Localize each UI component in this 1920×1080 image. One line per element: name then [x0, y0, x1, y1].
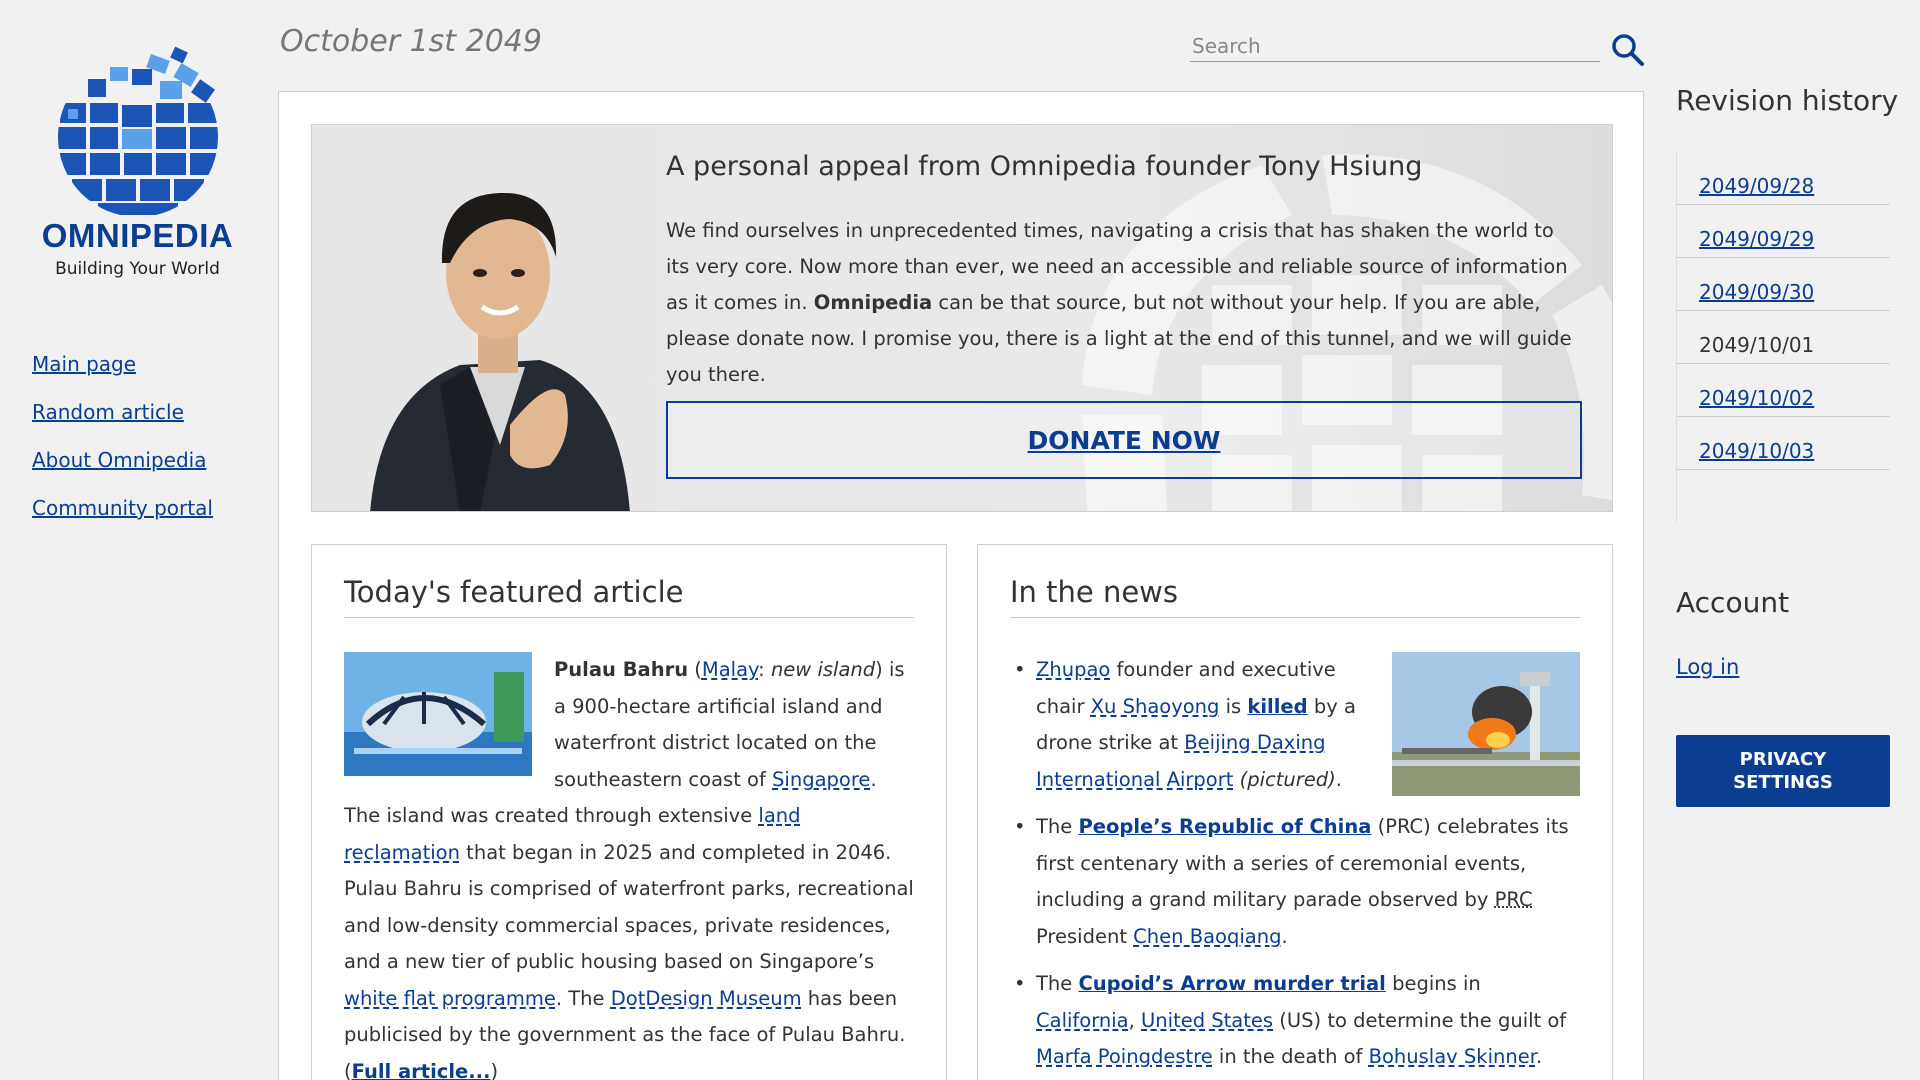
revision-history-title: Revision history: [1676, 84, 1899, 117]
appeal-body: We find ourselves in unprecedented times…: [666, 213, 1576, 393]
link-zhupao[interactable]: Zhupao: [1036, 658, 1110, 681]
text: .: [1335, 767, 1342, 791]
brand-name: OMNIPEDIA: [41, 217, 234, 254]
text: :: [758, 658, 771, 681]
link-marfa-poingdestre[interactable]: Marfa Poingdestre: [1036, 1045, 1213, 1068]
search-icon: [1612, 34, 1644, 66]
text: ,: [1128, 1008, 1142, 1032]
revision-link[interactable]: 2049/10/03: [1699, 439, 1814, 463]
link-white-flat-programme[interactable]: white flat programme: [344, 987, 556, 1010]
donate-label: DONATE NOW: [1027, 425, 1221, 455]
founder-portrait: [370, 192, 630, 511]
link-xu-shaoyong[interactable]: Xu Shaoyong: [1091, 695, 1220, 718]
privacy-line-2: SETTINGS: [1733, 772, 1833, 793]
text: in the death of: [1212, 1045, 1369, 1068]
in-the-news-panel: In the news Zhupao founder and executive…: [977, 544, 1613, 1080]
news-body: Zhupao founder and executive chair Xu Sh…: [1010, 652, 1580, 1076]
featured-title-bold: Pulau Bahru: [554, 658, 689, 681]
text: (US) to determine the guilt of: [1273, 1008, 1567, 1032]
news-item: Zhupao founder and executive chair Xu Sh…: [1010, 652, 1580, 798]
revision-link[interactable]: 2049/09/28: [1699, 174, 1814, 198]
privacy-settings-button[interactable]: PRIVACY SETTINGS: [1676, 735, 1890, 807]
link-singapore[interactable]: Singapore: [772, 768, 870, 791]
privacy-line-1: PRIVACY: [1739, 749, 1827, 770]
globe-logo-icon: [57, 46, 218, 215]
brand-tagline: Building Your World: [55, 259, 220, 279]
abbr-prc: PRC: [1494, 888, 1533, 911]
revision-item[interactable]: 2049/09/30: [1677, 258, 1890, 311]
text: . The: [555, 986, 611, 1010]
donate-now-button[interactable]: DONATE NOW: [666, 401, 1582, 479]
link-killed[interactable]: killed: [1247, 695, 1307, 718]
text-italic: new island: [770, 658, 876, 681]
revision-item[interactable]: 2049/10/02: [1677, 364, 1890, 417]
revision-item-current: 2049/10/01: [1677, 311, 1890, 364]
revision-item[interactable]: 2049/09/28: [1677, 152, 1890, 205]
news-item: The Cupoid’s Arrow murder trial begins i…: [1010, 966, 1580, 1076]
revision-link[interactable]: 2049/09/29: [1699, 227, 1814, 251]
text: .: [1535, 1045, 1543, 1068]
news-heading: In the news: [1010, 575, 1580, 618]
link-malay[interactable]: Malay: [702, 658, 758, 681]
omnipedia-logo[interactable]: OMNIPEDIA Building Your World: [30, 45, 245, 320]
search-input[interactable]: [1190, 32, 1600, 58]
link-cupoids-arrow-trial[interactable]: Cupoid’s Arrow murder trial: [1078, 972, 1385, 995]
search-bar: [1190, 32, 1600, 62]
link-bohuslav-skinner[interactable]: Bohuslav Skinner: [1369, 1045, 1536, 1068]
nav-main-page[interactable]: Main page: [32, 352, 213, 376]
featured-heading: Today's featured article: [344, 575, 914, 618]
link-chen-baoqiang[interactable]: Chen Baoqiang: [1133, 925, 1281, 948]
link-prc[interactable]: People’s Republic of China: [1078, 815, 1371, 838]
account-title: Account: [1676, 586, 1790, 619]
link-dotdesign-museum[interactable]: DotDesign Museum: [611, 987, 802, 1010]
search-button[interactable]: [1610, 32, 1646, 68]
revision-item[interactable]: 2049/10/03: [1677, 417, 1890, 470]
revision-link[interactable]: 2049/09/30: [1699, 280, 1814, 304]
nav-community-portal[interactable]: Community portal: [32, 496, 213, 520]
revision-link[interactable]: 2049/10/02: [1699, 386, 1814, 410]
text: President: [1036, 924, 1134, 948]
appeal-brand-bold: Omnipedia: [813, 291, 933, 314]
text: .: [1281, 924, 1288, 948]
link-full-article[interactable]: Full article...: [352, 1060, 491, 1080]
text: is: [1219, 694, 1248, 718]
nav-about-omnipedia[interactable]: About Omnipedia: [32, 448, 213, 472]
nav-random-article[interactable]: Random article: [32, 400, 213, 424]
text: The: [1036, 972, 1079, 995]
featured-article-panel: Today's featured article Pulau Bahru (Ma…: [311, 544, 947, 1080]
revision-history-list: 2049/09/28 2049/09/29 2049/09/30 2049/10…: [1676, 152, 1890, 522]
main-content: A personal appeal from Omnipedia founder…: [278, 91, 1644, 1080]
text-italic: (pictured): [1233, 767, 1336, 791]
appeal-title: A personal appeal from Omnipedia founder…: [666, 151, 1423, 182]
current-date: October 1st 2049: [280, 24, 542, 59]
left-navigation: Main page Random article About Omnipedia…: [32, 352, 213, 544]
featured-article-image[interactable]: [344, 652, 532, 776]
text: (: [688, 658, 702, 681]
news-item: The People’s Republic of China (PRC) cel…: [1010, 809, 1580, 955]
privacy-settings-label: PRIVACY SETTINGS: [1733, 748, 1833, 794]
featured-article-body: Pulau Bahru (Malay: new island) is a 900…: [344, 652, 914, 1080]
founder-appeal-banner: A personal appeal from Omnipedia founder…: [311, 124, 1613, 512]
link-california[interactable]: California: [1036, 1009, 1129, 1032]
text: ): [490, 1059, 499, 1080]
revision-item[interactable]: 2049/09/29: [1677, 205, 1890, 258]
revision-current-label: 2049/10/01: [1699, 333, 1815, 357]
text: begins in: [1385, 972, 1481, 995]
link-united-states[interactable]: United States: [1141, 1009, 1273, 1032]
text: The: [1036, 815, 1079, 838]
login-link[interactable]: Log in: [1676, 655, 1739, 679]
news-list: Zhupao founder and executive chair Xu Sh…: [1010, 652, 1580, 1076]
